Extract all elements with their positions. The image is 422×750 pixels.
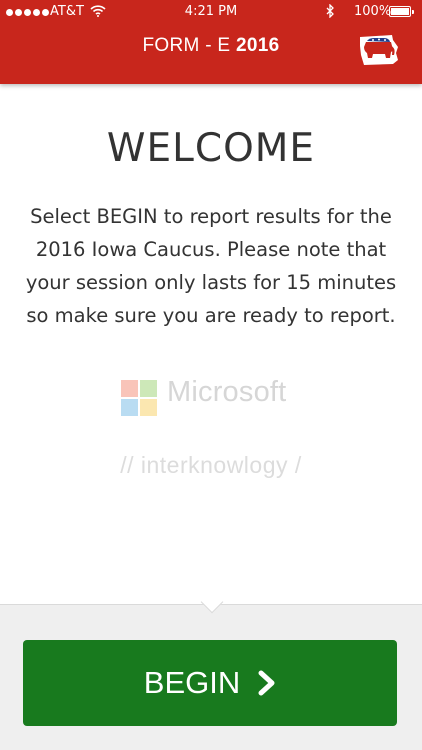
gop-iowa-elephant-icon — [360, 35, 398, 65]
footer-bar: BEGIN — [0, 604, 422, 750]
microsoft-wordmark: Microsoft — [167, 376, 287, 408]
battery-percent: 100% — [354, 4, 392, 19]
title-year: 2016 — [236, 35, 280, 56]
begin-button-label: BEGIN — [143, 665, 241, 700]
title-prefix: FORM - E — [142, 35, 231, 56]
bluetooth-icon — [326, 4, 334, 18]
begin-button[interactable]: BEGIN — [23, 640, 397, 726]
interknowlogy-logo: // interknowlogy / — [120, 452, 302, 478]
header-bar: AT&T 4:21 PM 100% FORM - E 2016 — [0, 0, 422, 84]
microsoft-squares-icon — [121, 380, 157, 416]
battery-icon — [389, 6, 414, 17]
status-bar: AT&T 4:21 PM 100% — [0, 0, 422, 24]
welcome-panel: WELCOME Select BEGIN to report results f… — [0, 84, 422, 604]
welcome-message: Select BEGIN to report results for the 2… — [25, 205, 397, 327]
welcome-heading: WELCOME — [106, 126, 316, 171]
chevron-right-icon — [258, 670, 275, 696]
